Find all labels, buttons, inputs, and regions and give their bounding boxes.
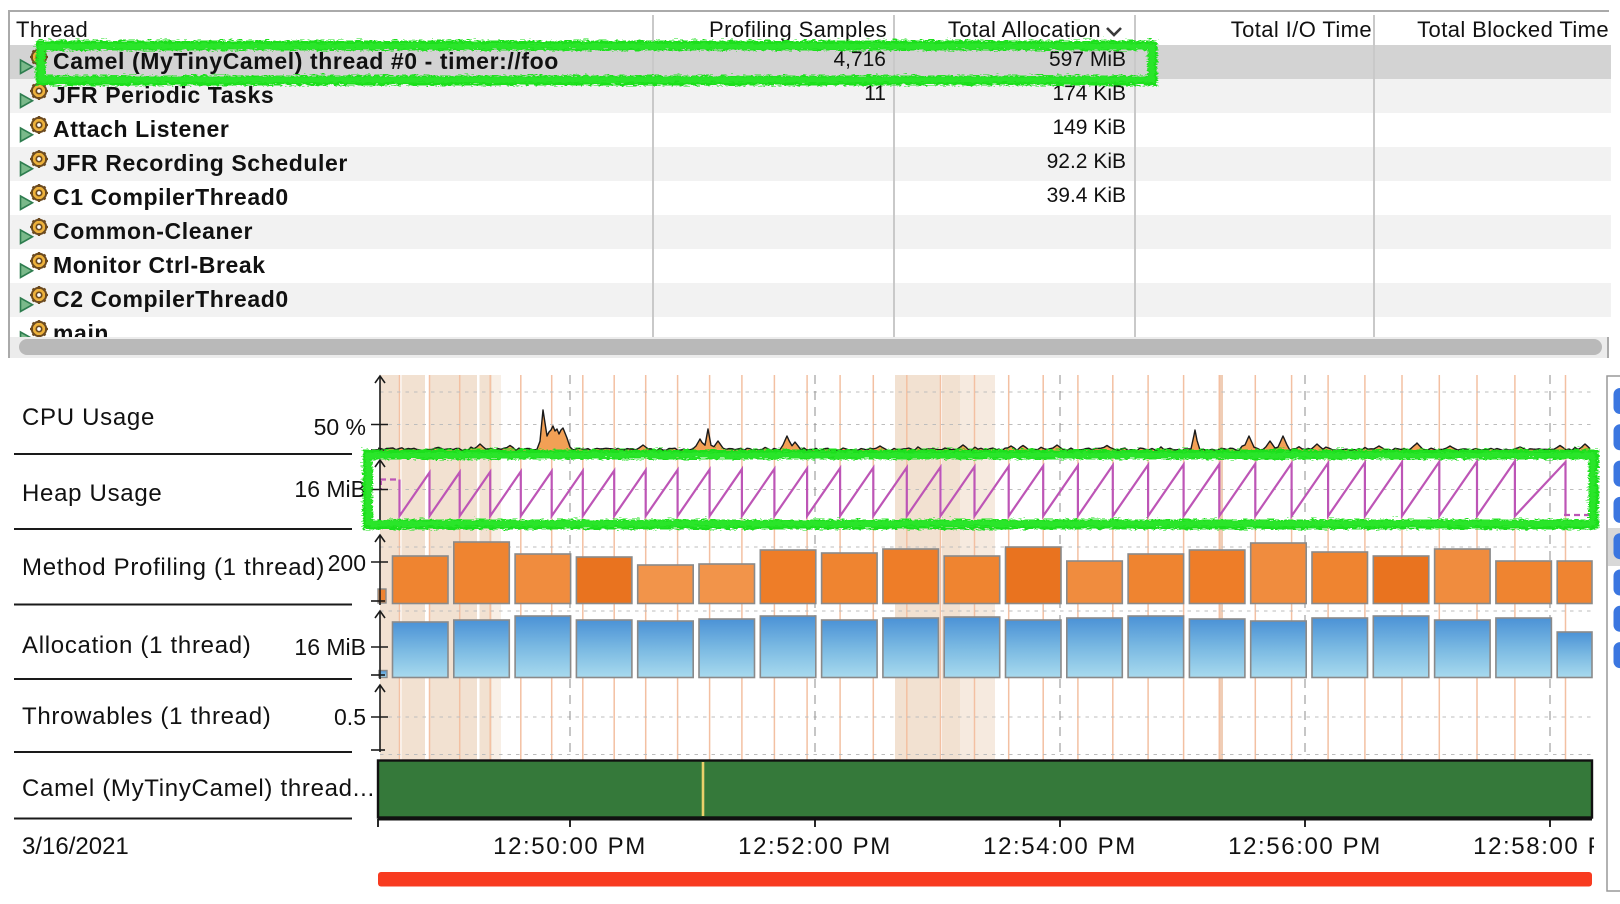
svg-text:12:56:00 PM: 12:56:00 PM <box>1228 833 1382 860</box>
svg-text:16 MiB: 16 MiB <box>294 476 366 502</box>
svg-text:16 MiB: 16 MiB <box>294 634 366 660</box>
svg-text:200: 200 <box>328 550 366 576</box>
svg-text:3/16/2021: 3/16/2021 <box>22 833 129 860</box>
svg-text:Method Profiling (1 thread): Method Profiling (1 thread) <box>22 554 325 581</box>
svg-text:12:54:00 PM: 12:54:00 PM <box>983 833 1137 860</box>
svg-text:12:52:00 PM: 12:52:00 PM <box>738 833 892 860</box>
svg-text:50 %: 50 % <box>314 414 366 440</box>
svg-text:Throwables (1 thread): Throwables (1 thread) <box>22 703 271 730</box>
svg-text:CPU Usage: CPU Usage <box>22 404 155 431</box>
svg-text:Camel (MyTinyCamel) thread...: Camel (MyTinyCamel) thread... <box>22 775 375 802</box>
svg-text:Allocation (1 thread): Allocation (1 thread) <box>22 632 251 659</box>
svg-text:12:50:00 PM: 12:50:00 PM <box>493 833 647 860</box>
svg-text:Heap Usage: Heap Usage <box>22 480 162 507</box>
svg-text:0.5: 0.5 <box>334 704 366 730</box>
svg-text:12:58:00 PM: 12:58:00 PM <box>1473 833 1620 860</box>
